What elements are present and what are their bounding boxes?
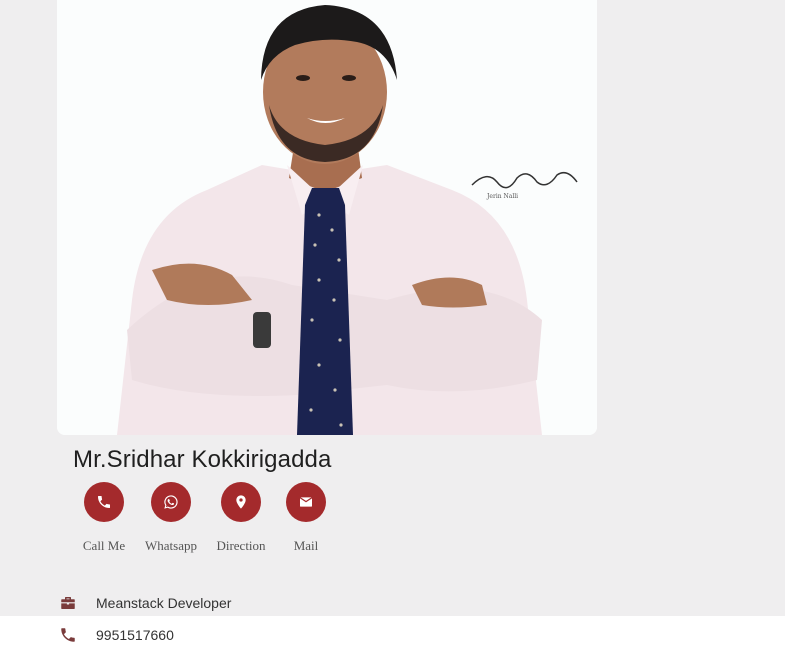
direction-button[interactable]: Direction [206, 482, 276, 554]
profile-photo: Jerin Nalli [57, 0, 597, 435]
action-bar: Call Me Whatsapp Direction Mail [0, 482, 400, 562]
call-me-button[interactable]: Call Me [69, 482, 139, 554]
direction-circle[interactable] [221, 482, 261, 522]
photo-signature: Jerin Nalli [486, 193, 518, 200]
call-me-label: Call Me [82, 538, 126, 553]
mail-label: Mail [293, 538, 319, 553]
whatsapp-icon [164, 495, 178, 509]
job-title: Meanstack Developer [96, 594, 232, 611]
whatsapp-label: Whatsapp [145, 538, 197, 553]
mail-circle[interactable] [286, 482, 326, 522]
envelope-icon [300, 497, 312, 507]
briefcase-icon [59, 594, 77, 612]
profile-name: Mr.Sridhar Kokkirigadda [73, 446, 332, 473]
profile-photo-image: Jerin Nalli [57, 0, 597, 435]
phone-row[interactable]: 9951517660 [0, 616, 785, 653]
direction-label: Direction [216, 538, 266, 553]
whatsapp-circle[interactable] [151, 482, 191, 522]
phone-icon [98, 496, 110, 508]
mail-button[interactable]: Mail [271, 482, 341, 554]
whatsapp-button[interactable]: Whatsapp [136, 482, 206, 554]
map-marker-icon [236, 495, 246, 509]
phone-icon [59, 626, 77, 644]
call-me-circle[interactable] [84, 482, 124, 522]
phone-number[interactable]: 9951517660 [96, 627, 174, 643]
